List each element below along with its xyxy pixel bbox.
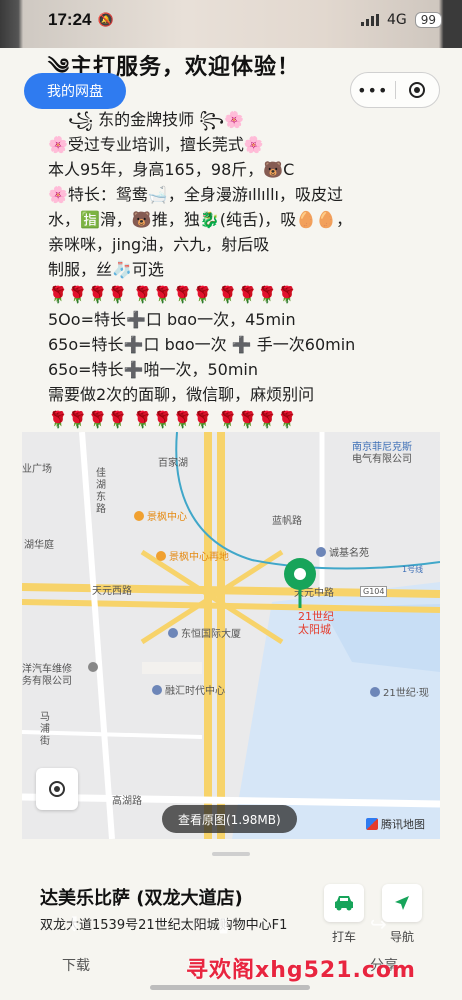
poi-icon bbox=[370, 687, 380, 697]
poi-icon bbox=[156, 551, 166, 561]
map-road-label: 天元西路 bbox=[92, 586, 132, 597]
poi-icon bbox=[168, 628, 178, 638]
map-pin-icon[interactable] bbox=[280, 556, 320, 610]
highway-badge: G104 bbox=[360, 586, 388, 597]
more-button[interactable]: ••• bbox=[351, 81, 395, 100]
battery-indicator: 99 bbox=[414, 12, 442, 28]
download-label[interactable]: 下载 bbox=[62, 955, 90, 975]
tencent-map-icon bbox=[366, 818, 378, 830]
post-line: 65o=特长➕啪一次，50min bbox=[48, 360, 259, 379]
map-destination-label: 太阳城 bbox=[298, 623, 331, 636]
post-line: 🌹🌹🌹🌹 🌹🌹🌹🌹 🌹🌹🌹🌹 bbox=[48, 285, 298, 304]
sheet-drag-handle[interactable] bbox=[212, 852, 250, 856]
post-line: 5Oo=特长➕口 bɑo一次，45min bbox=[48, 310, 296, 329]
close-button[interactable] bbox=[395, 82, 439, 98]
mini-program-capsule: ••• bbox=[350, 72, 440, 108]
locate-me-button[interactable] bbox=[36, 768, 78, 810]
place-name: 达美乐比萨 (双龙大道店) bbox=[40, 888, 243, 909]
post-line: ꧁ 东的金牌技师 ꧂🌸 bbox=[68, 110, 245, 129]
map-poi-label[interactable]: 融汇时代中心 bbox=[152, 682, 225, 697]
map-poi-label[interactable]: 湖华庭 bbox=[24, 536, 54, 551]
post-line: 需要做2次的面聊，微信聊，麻烦别问 bbox=[48, 385, 315, 404]
close-circle-icon bbox=[409, 82, 426, 98]
status-indicators: 4G 99 bbox=[360, 12, 442, 28]
metro-line-badge: 1号线 bbox=[402, 565, 424, 574]
map-road-label: 高湖路 bbox=[112, 796, 142, 807]
map-poi-label[interactable]: 务有限公司 bbox=[22, 672, 72, 687]
post-line: 本人95年，身高165，98斤，🐻C bbox=[48, 160, 295, 179]
site-watermark: 寻欢阁xhg521.com bbox=[186, 958, 416, 983]
download-icon[interactable]: ⬇ bbox=[66, 912, 83, 936]
tencent-map-logo: 腾讯地图 bbox=[366, 816, 425, 832]
share-icon[interactable]: ↪ bbox=[370, 912, 387, 936]
post-line: 亲咪咪，jing油，六九，射后吸 bbox=[48, 235, 270, 254]
taxi-action[interactable]: 打车 bbox=[324, 884, 364, 945]
map-poi-label[interactable]: 诚基名苑 bbox=[316, 544, 369, 559]
my-cloud-drive-button[interactable]: 我的网盘 bbox=[24, 73, 126, 109]
poi-icon bbox=[152, 685, 162, 695]
post-line: 水，🈯滑，🐻推，独🐉(纯舌)，吸🥚🥚， bbox=[48, 210, 353, 229]
post-line: 制服，丝🧦可选 bbox=[48, 260, 164, 279]
navigate-label: 导航 bbox=[389, 930, 414, 944]
map-poi-label[interactable]: 电气有限公司 bbox=[352, 450, 412, 465]
map-poi-label[interactable]: 21世纪·现 bbox=[370, 684, 429, 699]
poi-icon bbox=[88, 662, 98, 672]
map-road-label: 蓝帆路 bbox=[272, 516, 302, 527]
poi-icon bbox=[134, 511, 144, 521]
car-icon bbox=[335, 896, 353, 911]
map-poi-label[interactable]: 业广场 bbox=[22, 460, 52, 475]
network-type: 4G bbox=[386, 12, 407, 28]
post-text: ꧁ 东的金牌技师 ꧂🌸 🌸受过专业培训，擅长莞式🌸 本人95年，身高165，98… bbox=[48, 82, 448, 432]
navigate-action[interactable]: 导航 bbox=[382, 884, 422, 945]
status-time: 17:24 bbox=[48, 10, 92, 29]
view-original-image-button[interactable]: 查看原图(1.98MB) bbox=[162, 805, 297, 833]
map-poi-label[interactable]: 景枫中心再地 bbox=[156, 548, 229, 563]
mute-bell-icon: 🔕 bbox=[97, 12, 114, 28]
map-poi-label[interactable] bbox=[88, 662, 101, 674]
taxi-button[interactable] bbox=[324, 884, 364, 922]
map-road-label: 路 bbox=[96, 504, 106, 515]
map-area-label: 百家湖 bbox=[158, 458, 188, 469]
map-view[interactable]: 南京菲尼克斯 电气有限公司 业广场 百家湖 佳 湖 东 路 景枫中心 蓝帆路 湖… bbox=[22, 432, 440, 839]
bookmark-icon[interactable]: ▮ bbox=[218, 912, 229, 936]
map-poi-label[interactable]: 东恒国际大厦 bbox=[168, 625, 241, 640]
taxi-label: 打车 bbox=[331, 930, 356, 944]
navigation-arrow-icon bbox=[395, 896, 409, 910]
post-line: 🌸受过专业培训，擅长莞式🌸 bbox=[48, 135, 264, 154]
locate-icon bbox=[49, 781, 65, 797]
navigate-button[interactable] bbox=[382, 884, 422, 922]
signal-icon bbox=[360, 14, 379, 26]
post-line: 🌹🌹🌹🌹 🌹🌹🌹🌹 🌹🌹🌹🌹 bbox=[48, 410, 298, 429]
post-line: 🌸特长：鸳鸯🛁，全身漫游ıllıllı，吸皮过 bbox=[48, 185, 343, 204]
post-line: 65o=特长➕口 bɑo一次 ➕ 手一次60min bbox=[48, 335, 356, 354]
status-bar: 17:24 🔕 4G 99 bbox=[0, 0, 462, 40]
map-road-label: 街 bbox=[40, 736, 50, 747]
home-indicator bbox=[150, 985, 310, 990]
map-poi-label[interactable]: 景枫中心 bbox=[134, 508, 187, 523]
